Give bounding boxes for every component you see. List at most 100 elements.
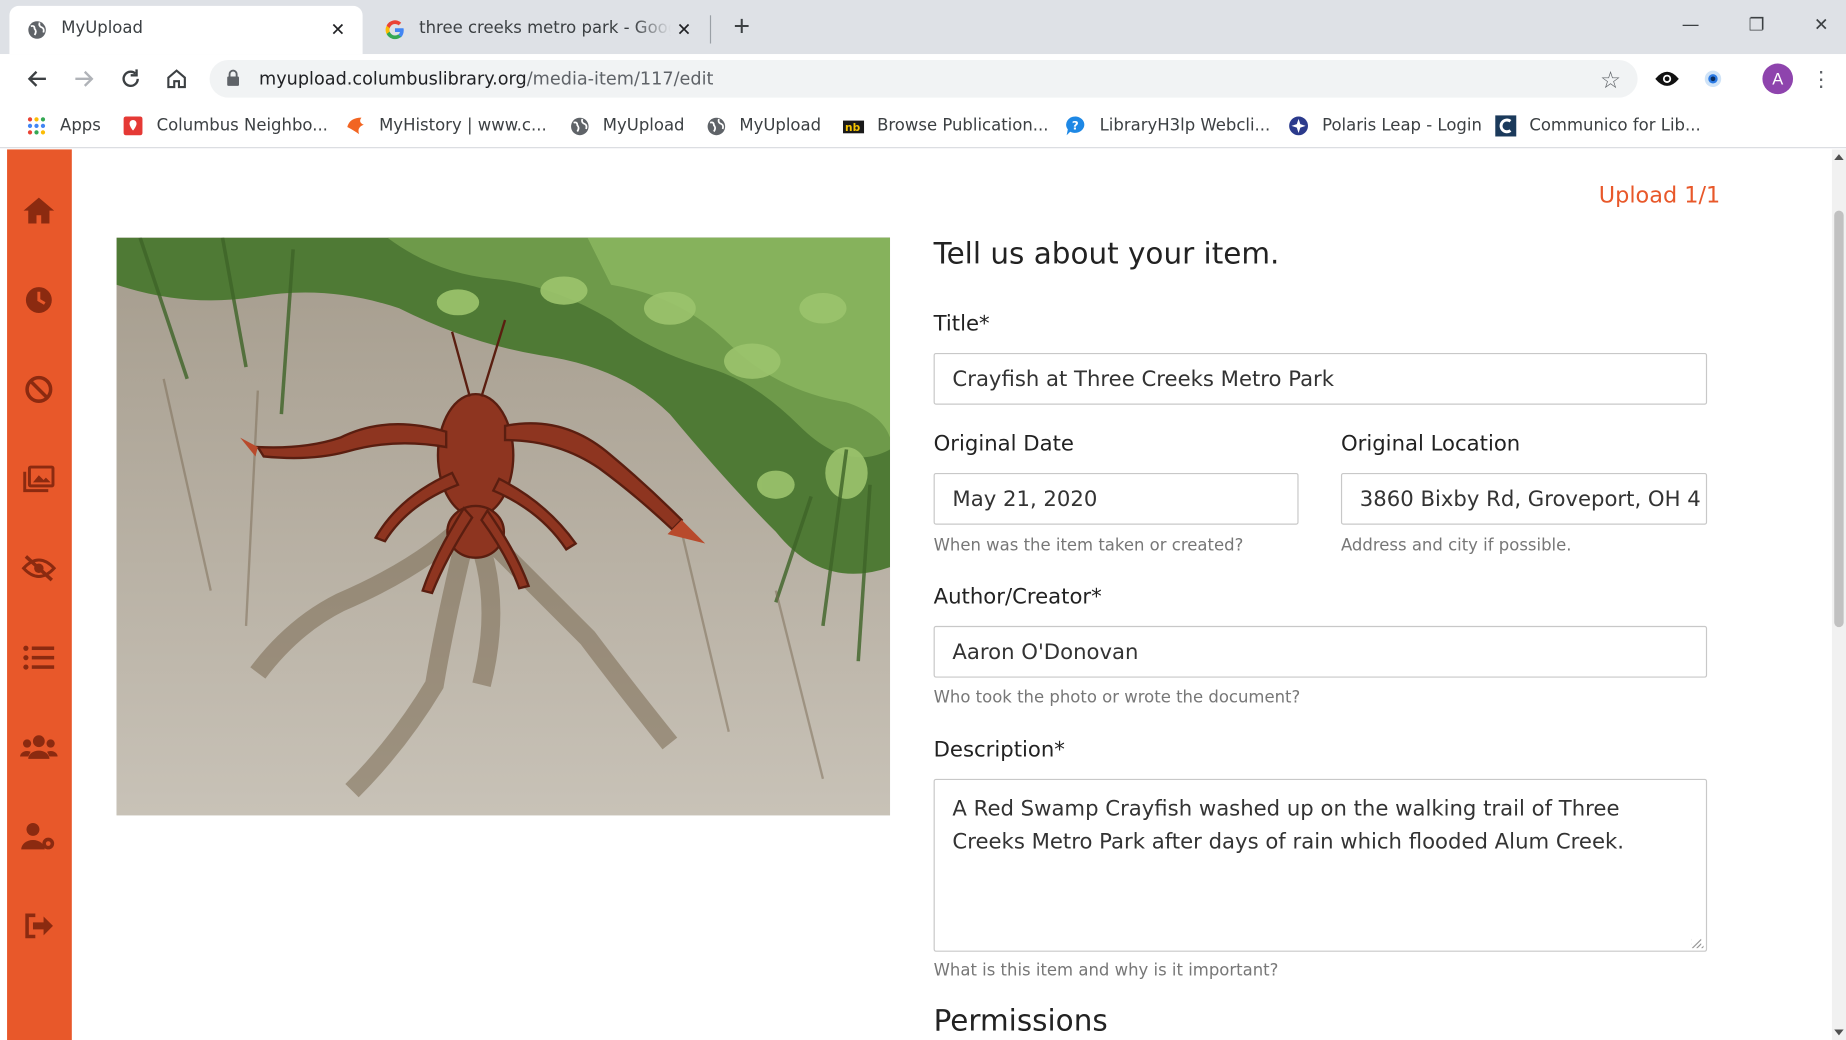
original-location-label: Original Location	[1340, 431, 1521, 457]
close-window-button[interactable]: ✕	[1798, 9, 1845, 40]
home-outline-icon	[167, 69, 186, 89]
svg-text:nb: nb	[845, 122, 861, 134]
bookmark-label: Browse Publication...	[877, 116, 1049, 136]
back-button[interactable]	[21, 62, 54, 95]
permissions-heading: Permissions	[933, 1003, 1108, 1038]
bookmark-communico[interactable]: Communico for Lib...	[1495, 113, 1701, 139]
bookmark-myupload-2[interactable]: MyUpload	[705, 113, 821, 139]
tab-label: MyUpload	[61, 18, 143, 38]
user-settings-icon[interactable]	[20, 818, 58, 856]
bookmark-label: MyHistory | www.c...	[379, 116, 547, 136]
browser-toolbar: myupload.columbuslibrary.org/media-item/…	[0, 54, 1846, 104]
description-label: Description*	[933, 737, 1065, 763]
users-icon[interactable]	[20, 728, 58, 766]
original-date-help: When was the item taken or created?	[933, 536, 1244, 556]
ban-icon[interactable]	[20, 371, 58, 409]
bookmark-polaris-leap[interactable]: Polaris Leap - Login	[1288, 113, 1482, 139]
page-content: Upload 1/1 Tell us about your item. Titl…	[0, 149, 1832, 1040]
google-icon	[384, 19, 405, 40]
bookmark-star-icon[interactable]: ☆	[1600, 66, 1621, 95]
extension-icon[interactable]	[1696, 62, 1729, 95]
upload-counter: Upload 1/1	[1598, 182, 1721, 209]
crayfish-photo	[116, 237, 891, 816]
arrow-right-icon	[75, 70, 94, 87]
scroll-up-arrow-icon[interactable]	[1834, 154, 1844, 161]
form-heading: Tell us about your item.	[933, 236, 1280, 271]
myhistory-icon	[345, 115, 366, 136]
original-date-input[interactable]: May 21, 2020	[933, 472, 1299, 525]
arrow-left-icon	[27, 70, 46, 87]
bookmark-myupload-1[interactable]: MyUpload	[569, 113, 685, 139]
url-text: myupload.columbuslibrary.org/media-item/…	[259, 68, 713, 89]
bookmark-label: Communico for Lib...	[1529, 116, 1701, 136]
address-bar[interactable]: myupload.columbuslibrary.org/media-item/…	[209, 60, 1638, 98]
reload-icon	[122, 69, 139, 88]
eye-extension-icon[interactable]	[1651, 62, 1684, 95]
author-label: Author/Creator*	[933, 584, 1102, 610]
tab-divider	[709, 15, 712, 44]
nb-icon: nb	[842, 115, 865, 136]
globe-icon	[569, 115, 590, 136]
hidden-icon[interactable]	[20, 549, 58, 587]
apps-grid-icon	[26, 115, 47, 136]
svg-text:?: ?	[1072, 118, 1079, 132]
url-host: myupload.columbuslibrary.org	[259, 68, 527, 90]
bookmark-browse-publications[interactable]: nb Browse Publication...	[842, 113, 1049, 139]
author-input[interactable]: Aaron O'Donovan	[933, 625, 1708, 678]
original-location-input[interactable]: 3860 Bixby Rd, Groveport, OH 4	[1340, 472, 1708, 525]
bookmark-apps[interactable]: Apps	[26, 113, 101, 139]
menu-icon[interactable]: ⋮	[1811, 65, 1832, 93]
minimize-button[interactable]: —	[1667, 9, 1714, 40]
new-tab-button[interactable]: +	[725, 11, 758, 44]
tab-label: three creeks metro park - Google	[419, 18, 672, 38]
description-textarea[interactable]: A Red Swamp Crayfish washed up on the wa…	[933, 778, 1708, 952]
bookmark-label: Columbus Neighbo...	[156, 116, 328, 136]
title-input[interactable]: Crayfish at Three Creeks Metro Park	[933, 352, 1708, 405]
url-path: /media-item/117/edit	[526, 68, 714, 90]
tab-google-search[interactable]: three creeks metro park - Google ✕	[367, 6, 708, 54]
lock-icon	[226, 69, 240, 93]
tab-myupload[interactable]: MyUpload ✕	[9, 5, 363, 55]
forward-button[interactable]	[67, 62, 100, 95]
browser-window: MyUpload ✕ three creeks metro park - Goo…	[0, 0, 1846, 1040]
home-button[interactable]	[160, 62, 193, 95]
globe-icon	[705, 115, 726, 136]
globe-icon	[26, 19, 47, 40]
page-scrollbar[interactable]	[1831, 149, 1846, 1040]
title-label: Title*	[933, 311, 990, 337]
resize-grip-icon[interactable]	[1691, 936, 1704, 949]
map-pin-icon	[122, 115, 143, 136]
app-sidebar	[7, 149, 72, 1040]
bookmark-myhistory[interactable]: MyHistory | www.c...	[345, 113, 547, 139]
scroll-down-arrow-icon[interactable]	[1834, 1029, 1844, 1036]
profile-avatar[interactable]: A	[1762, 63, 1794, 95]
communico-icon	[1495, 115, 1517, 137]
bookmark-columbus-neighborhoods[interactable]: Columbus Neighbo...	[122, 113, 328, 139]
logout-icon[interactable]	[20, 907, 58, 945]
scrollbar-thumb[interactable]	[1834, 210, 1844, 628]
clock-icon[interactable]	[20, 281, 58, 319]
polaris-icon	[1288, 115, 1309, 136]
tab-strip: MyUpload ✕ three creeks metro park - Goo…	[0, 0, 1846, 55]
close-tab-icon[interactable]: ✕	[671, 16, 697, 42]
original-location-help: Address and city if possible.	[1340, 536, 1572, 556]
original-date-label: Original Date	[933, 431, 1074, 457]
bookmark-label: Polaris Leap - Login	[1322, 116, 1482, 136]
gallery-icon[interactable]	[20, 460, 58, 498]
bookmark-label: MyUpload	[739, 116, 822, 136]
bookmark-libraryh3lp[interactable]: ? LibraryH3lp Webcli...	[1065, 113, 1270, 139]
bookmarks-bar: Apps Columbus Neighbo... MyHistory | www…	[0, 103, 1846, 149]
bookmark-label: Apps	[60, 116, 101, 136]
bookmark-label: MyUpload	[602, 116, 685, 136]
list-icon[interactable]	[20, 639, 58, 677]
reload-button[interactable]	[114, 62, 147, 95]
description-help: What is this item and why is it importan…	[933, 961, 1279, 981]
restore-button[interactable]: ❐	[1733, 9, 1780, 40]
description-text: A Red Swamp Crayfish washed up on the wa…	[952, 796, 1625, 855]
help-icon: ?	[1065, 115, 1086, 136]
uploaded-photo	[116, 237, 891, 816]
close-tab-icon[interactable]: ✕	[325, 16, 351, 42]
bookmark-label: LibraryH3lp Webcli...	[1099, 116, 1271, 136]
home-icon[interactable]	[20, 192, 58, 230]
author-help: Who took the photo or wrote the document…	[933, 688, 1301, 708]
